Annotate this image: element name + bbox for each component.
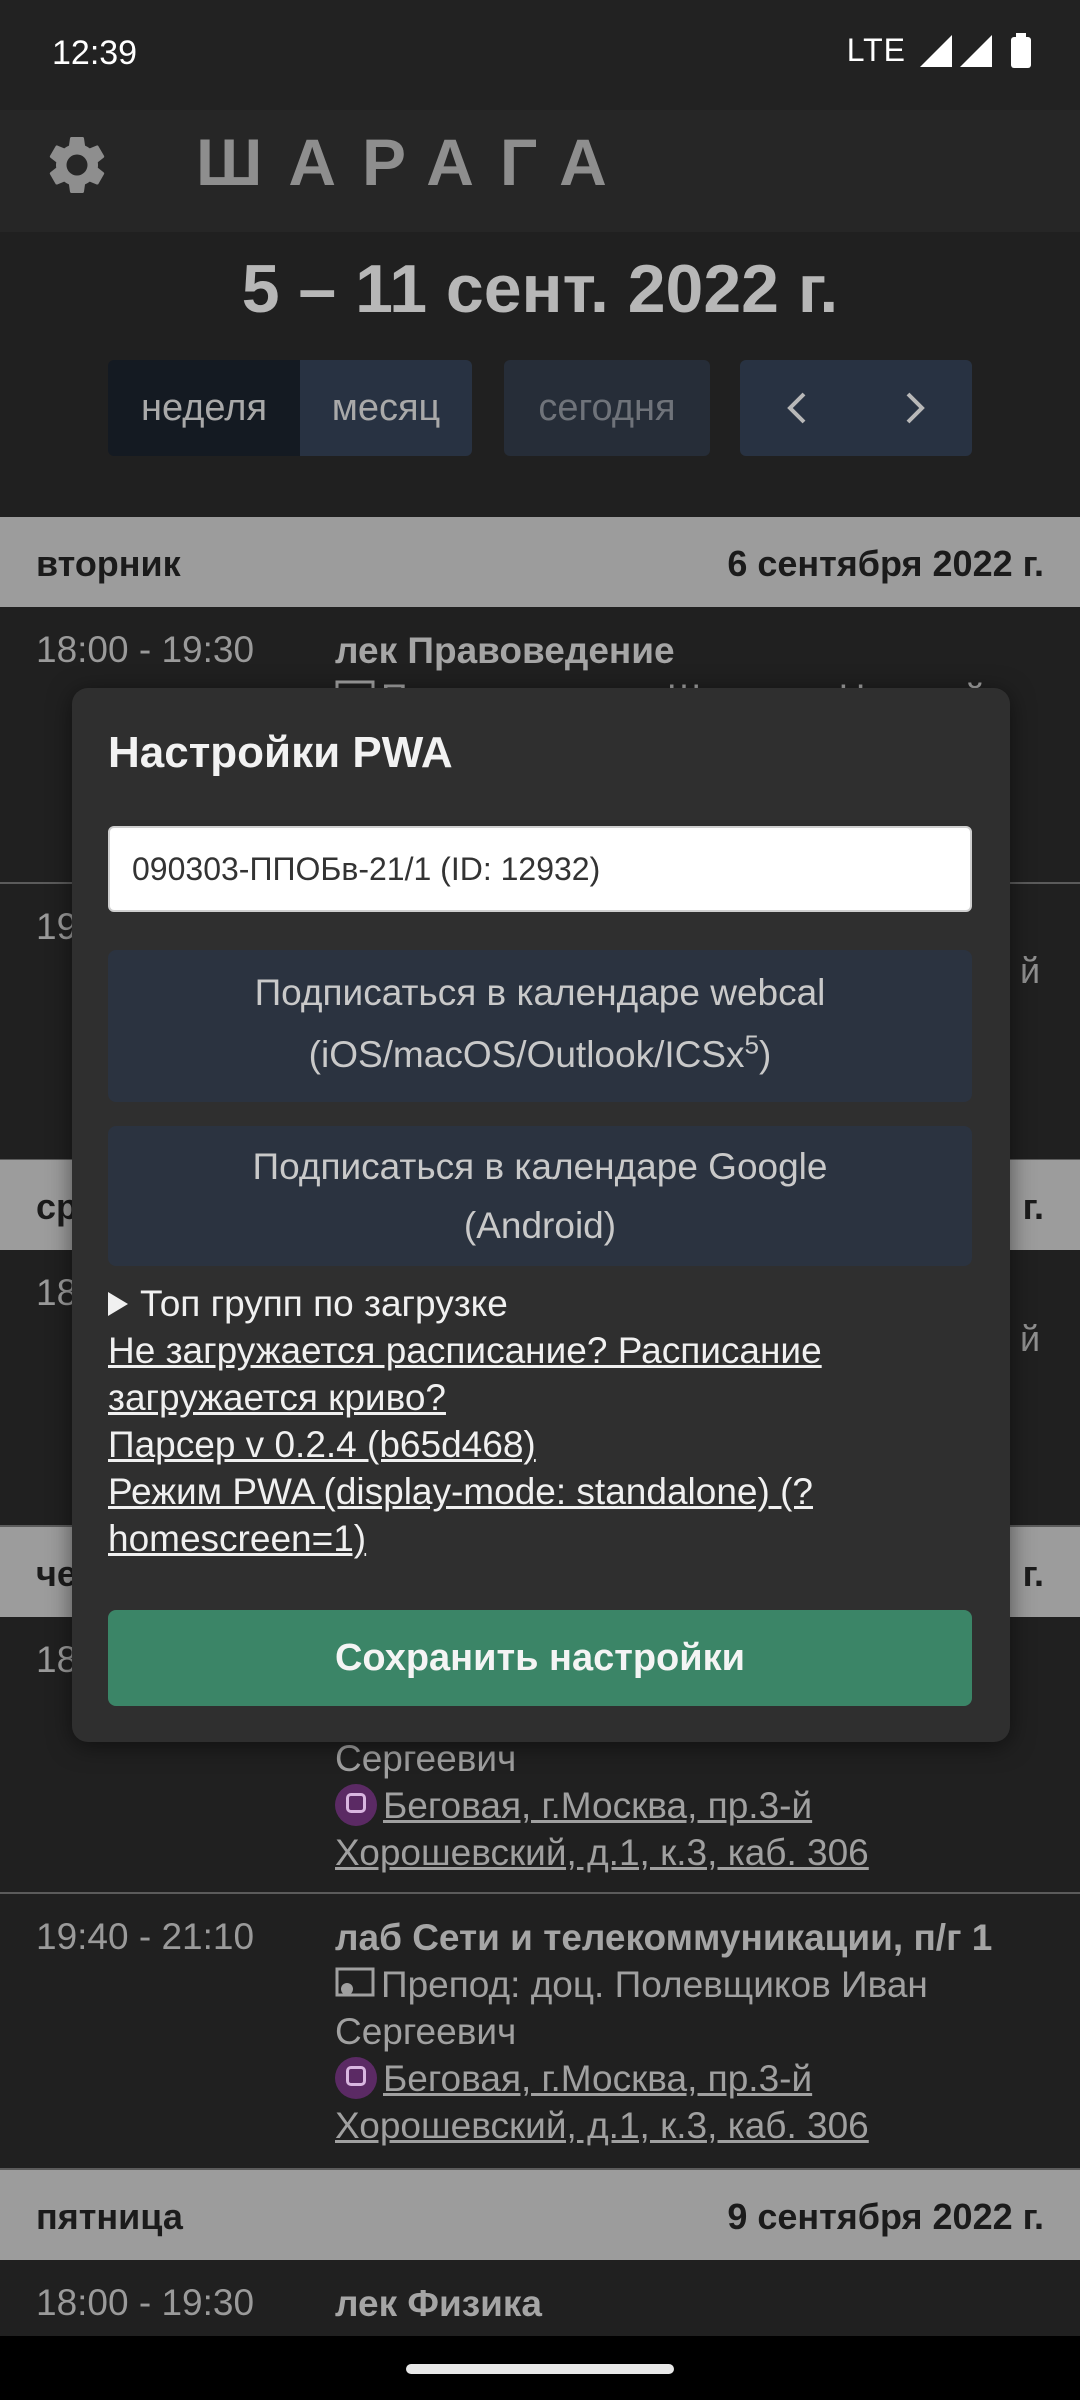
day-name: пятница xyxy=(36,2196,183,2237)
status-time: 12:39 xyxy=(52,34,138,72)
week-view-button[interactable]: неделя xyxy=(108,360,300,456)
metro-icon xyxy=(335,2057,377,2099)
pwa-mode-link[interactable]: Режим PWA (display-mode: standalone) (?h… xyxy=(108,1468,972,1562)
lesson-teacher-cont: Сергеевич xyxy=(335,1738,517,1779)
lesson-time: 19:40 - 21:10 xyxy=(36,1916,255,1957)
day-header-friday: пятница 9 сентября 2022 г. xyxy=(0,2170,1080,2260)
lesson-teacher: Препод: доц. Полевщиков Иван Сергеевич xyxy=(335,1961,1045,2055)
lesson-location: Беговая, г.Москва, пр.3-й Хорошевский, д… xyxy=(335,1782,1045,1876)
teacher-icon xyxy=(335,1967,375,1997)
lesson-time: 18:00 - 19:30 xyxy=(36,629,255,670)
webcal-line1: Подписаться в календаре webcal xyxy=(254,972,826,1013)
system-nav-bar xyxy=(0,2336,1080,2400)
lesson-location: Беговая, г.Москва, пр.3-й Хорошевский, д… xyxy=(335,2055,1045,2149)
top-groups-toggle[interactable]: Топ групп по загрузке xyxy=(108,1280,972,1327)
lesson-title: лаб Сети и телекоммуникации, п/г 1 xyxy=(335,1917,993,1958)
today-button[interactable]: сегодня xyxy=(504,360,710,456)
signal-icon xyxy=(920,34,992,67)
google-line1: Подписаться в календаре Google xyxy=(252,1146,828,1187)
location-link[interactable]: Беговая, г.Москва, пр.3-й Хорошевский, д… xyxy=(335,2058,869,2146)
day-date: 9 сентября 2022 г. xyxy=(727,2196,1044,2237)
webcal-close: ) xyxy=(759,1034,772,1075)
battery-icon xyxy=(1011,32,1031,68)
top-groups-label: Топ групп по загрузке xyxy=(140,1283,508,1324)
chevron-right-icon[interactable] xyxy=(894,388,934,428)
lesson-time-partial: 19 xyxy=(36,906,78,947)
subscribe-webcal-button[interactable]: Подписаться в календаре webcal (iOS/macO… xyxy=(108,950,972,1102)
day-name: вторник xyxy=(36,543,181,584)
disclosure-triangle-icon xyxy=(108,1292,128,1316)
partial-text: й xyxy=(1020,950,1041,991)
day-date: 6 сентября 2022 г. xyxy=(727,543,1044,584)
app-bar: ШАРАГА xyxy=(0,110,1080,232)
settings-gear-icon[interactable] xyxy=(42,130,112,200)
webcal-line2: (iOS/macOS/Outlook/ICSx5) xyxy=(108,1024,972,1086)
month-view-button[interactable]: месяц xyxy=(300,360,472,456)
app-title: ШАРАГА xyxy=(196,125,633,199)
day-name-partial: че xyxy=(36,1553,77,1594)
parser-version-link[interactable]: Парсер v 0.2.4 (b65d468) xyxy=(108,1421,972,1468)
day-header-tuesday: вторник 6 сентября 2022 г. xyxy=(0,517,1080,607)
pwa-settings-dialog: Настройки PWA Подписаться в календаре we… xyxy=(72,688,1010,1742)
status-icons: LTE xyxy=(847,32,1032,69)
lesson-row: 19:40 - 21:10 лаб Сети и телекоммуникаци… xyxy=(0,1894,1080,2170)
lesson-details: лаб Сети и телекоммуникации, п/г 1 Препо… xyxy=(335,1914,1045,2149)
lesson-time: 18:00 - 19:30 xyxy=(36,2282,255,2323)
lesson-time-partial: 18 xyxy=(36,1639,78,1680)
network-type: LTE xyxy=(846,32,906,68)
status-bar: 12:39 LTE xyxy=(0,0,1080,110)
lesson-teacher-text: Препод: доц. Полевщиков Иван Сергеевич xyxy=(335,1964,928,2052)
lesson-time-partial: 18 xyxy=(36,1272,78,1313)
day-date-partial: г. xyxy=(1022,1553,1044,1594)
group-input[interactable] xyxy=(108,826,972,912)
home-gesture-pill[interactable] xyxy=(406,2364,674,2374)
day-date-partial: г. xyxy=(1022,1186,1044,1227)
lesson-details: Сергеевич Беговая, г.Москва, пр.3-й Хоро… xyxy=(335,1735,1045,1876)
metro-icon xyxy=(335,1784,377,1826)
location-link[interactable]: Беговая, г.Москва, пр.3-й Хорошевский, д… xyxy=(335,1785,869,1873)
google-line2: (Android) xyxy=(463,1205,617,1246)
date-range-title: 5 – 11 сент. 2022 г. xyxy=(241,251,839,327)
week-navigation xyxy=(740,360,972,456)
subscribe-google-button[interactable]: Подписаться в календаре Google (Android) xyxy=(108,1126,972,1266)
lesson-details: лек Физика xyxy=(335,2280,1045,2327)
chevron-left-icon[interactable] xyxy=(778,388,818,428)
dialog-title: Настройки PWA xyxy=(108,728,453,777)
lesson-title: лек Физика xyxy=(335,2283,542,2324)
webcal-sup: 5 xyxy=(744,1029,760,1060)
save-settings-button[interactable]: Сохранить настройки xyxy=(108,1610,972,1706)
webcal-platforms: (iOS/macOS/Outlook/ICSx xyxy=(308,1034,745,1075)
dialog-links: Топ групп по загрузке Не загружается рас… xyxy=(108,1280,972,1562)
partial-text: й xyxy=(1020,1318,1041,1359)
lesson-title: лек Правоведение xyxy=(335,630,675,671)
schedule-problem-link[interactable]: Не загружается расписание? Расписание за… xyxy=(108,1327,972,1421)
